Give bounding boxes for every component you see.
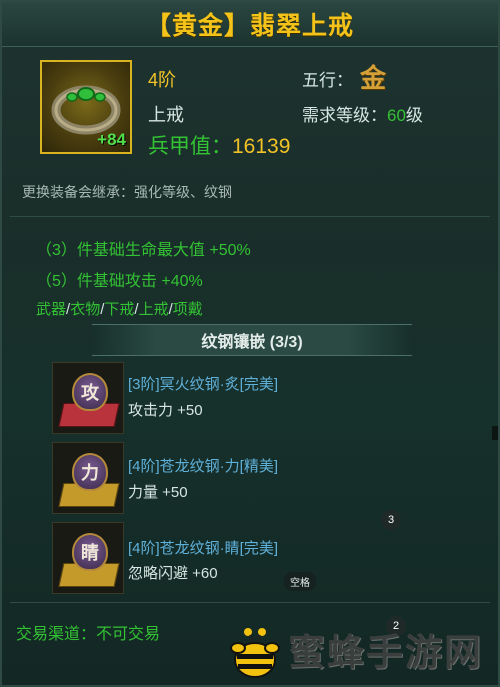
watermark-text: 蜜蜂手游网 (288, 632, 483, 673)
enhance-level-badge: +84 (97, 130, 126, 149)
gem-name: [3阶]冥火纹钢·炙[完美] (128, 376, 279, 393)
required-level-unit: 级 (405, 106, 423, 125)
set-piece: 下戒 (104, 301, 135, 318)
item-icon-frame[interactable]: +84 (40, 60, 132, 154)
armor-row: 兵甲值：16139 (148, 130, 290, 160)
inlay-section-header: 纹钢镶嵌 (3/3) (92, 324, 412, 356)
gem-stat: 忽略闪避 +60 (128, 565, 218, 582)
gem-name: [4阶]苍龙纹钢·力[精美] (128, 458, 279, 475)
required-level-label: 需求等级： (302, 106, 387, 125)
set-bonus-3: （3）件基础生命最大值 +50% (36, 242, 251, 259)
gem-slot-2[interactable]: 力 (52, 442, 124, 514)
bee-logo-icon (230, 624, 280, 678)
item-tooltip-panel: 【黄金】翡翠上戒 +84 4阶 上戒 兵甲值：16139 五行： 金 需求等级：… (0, 0, 500, 687)
gem-slot-1[interactable]: 攻 (52, 362, 124, 434)
armor-value: 16139 (232, 135, 291, 158)
divider (10, 602, 490, 603)
set-bonus-5: （5）件基础攻击 +40% (36, 273, 203, 290)
required-level-value: 60 (387, 106, 406, 125)
set-piece: 项戴 (172, 301, 203, 318)
item-tier: 4阶 (148, 70, 177, 90)
attack-gem-icon: 攻 (72, 373, 108, 411)
spacebar-hint: 空格 (284, 572, 316, 591)
required-level: 需求等级：60级 (302, 101, 423, 126)
divider (10, 216, 490, 217)
watermark: 蜜蜂手游网 (230, 622, 483, 678)
gem-stat: 攻击力 +50 (128, 402, 203, 419)
set-pieces-list: 武器/衣物/下戒/上戒/项戴 (36, 298, 203, 319)
item-title: 【黄金】翡翠上戒 (145, 12, 354, 40)
gem-slot-3[interactable]: 睛 (52, 522, 124, 594)
element-label: 五行： (302, 71, 353, 90)
strength-gem-icon: 力 (72, 453, 108, 491)
inherit-note: 更换装备会继承：强化等级、纹钢 (22, 184, 232, 200)
metal-element-icon: 金 (360, 63, 387, 93)
shortcut-badge[interactable]: 3 (381, 510, 401, 530)
item-title-bar: 【黄金】翡翠上戒 (2, 2, 498, 47)
item-slot: 上戒 (148, 105, 184, 125)
gem-name: [4阶]苍龙纹钢·睛[完美] (128, 540, 279, 557)
eye-gem-icon: 睛 (72, 533, 108, 571)
inlay-header-label: 纹钢镶嵌 (3/3) (201, 334, 303, 351)
armor-label: 兵甲值： (148, 135, 232, 158)
trade-channel-text: 交易渠道：不可交易 (16, 626, 161, 643)
set-piece: 衣物 (70, 301, 101, 318)
gem-stat: 力量 +50 (128, 484, 188, 501)
set-piece: 上戒 (138, 301, 169, 318)
set-piece: 武器 (36, 301, 67, 318)
scrollbar-handle[interactable] (492, 426, 498, 440)
